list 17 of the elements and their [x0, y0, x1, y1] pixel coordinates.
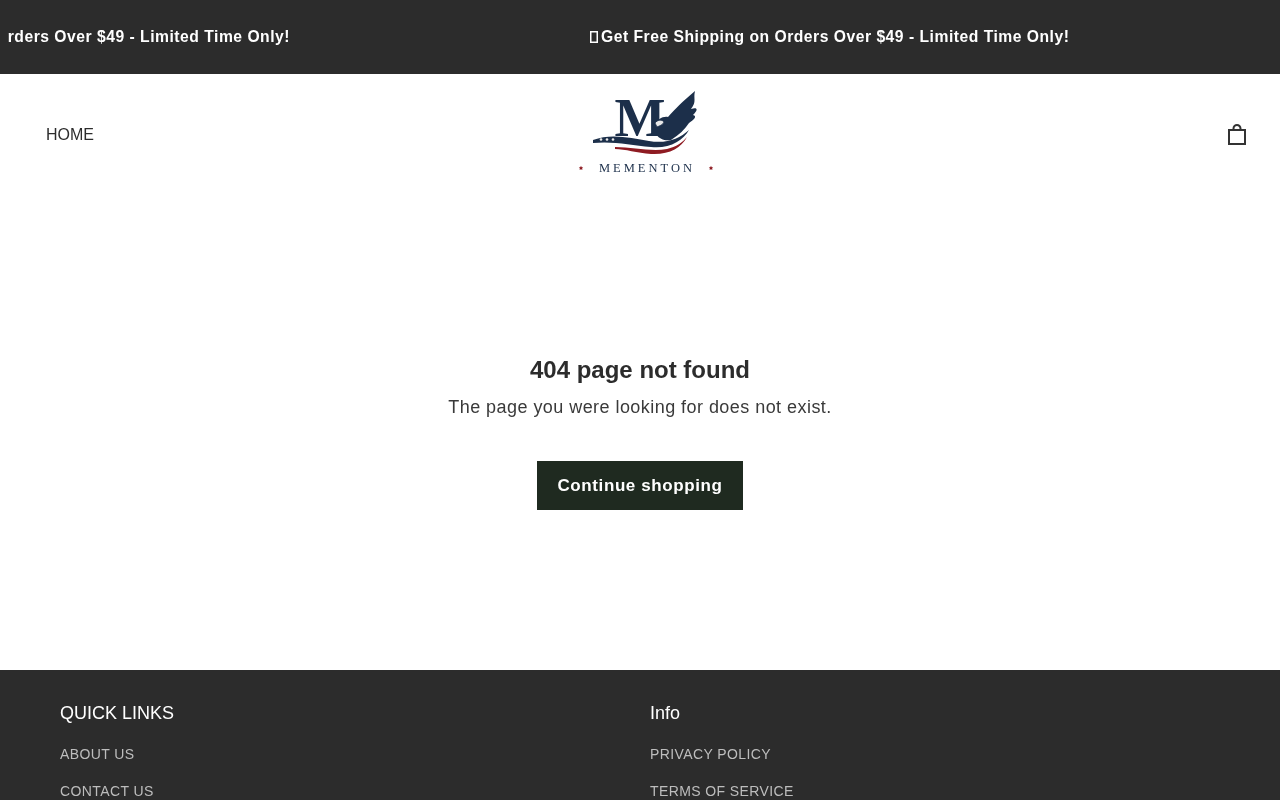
footer-link[interactable]: ABOUT US: [60, 746, 135, 762]
nav-link[interactable]: HOME: [46, 125, 94, 144]
announcement-text: rders Over $49 - Limited Time Only!: [7, 28, 290, 46]
logo-wordmark: MEMENTON: [599, 160, 695, 175]
star-icon: [578, 165, 584, 170]
footer-link[interactable]: PRIVACY POLICY: [650, 746, 771, 762]
page-heading: 404 page not found: [530, 355, 750, 385]
error-message: The page you were looking for does not exist.: [448, 396, 832, 419]
footer-heading: Info: [650, 702, 681, 725]
shopping-bag-icon[interactable]: [1228, 124, 1246, 145]
footer-heading: QUICK LINKS: [60, 702, 175, 725]
footer-link[interactable]: CONTACT US: [60, 783, 154, 799]
announcement-text: Get Free Shipping on Orders Over $49 - Limited Time Only!: [601, 28, 1070, 46]
missing-glyph-icon: [590, 31, 598, 43]
star-icon: [708, 165, 714, 170]
continue-shopping-button[interactable]: Continue shopping: [537, 461, 743, 510]
footer-link[interactable]: TERMS OF SERVICE: [650, 783, 794, 799]
